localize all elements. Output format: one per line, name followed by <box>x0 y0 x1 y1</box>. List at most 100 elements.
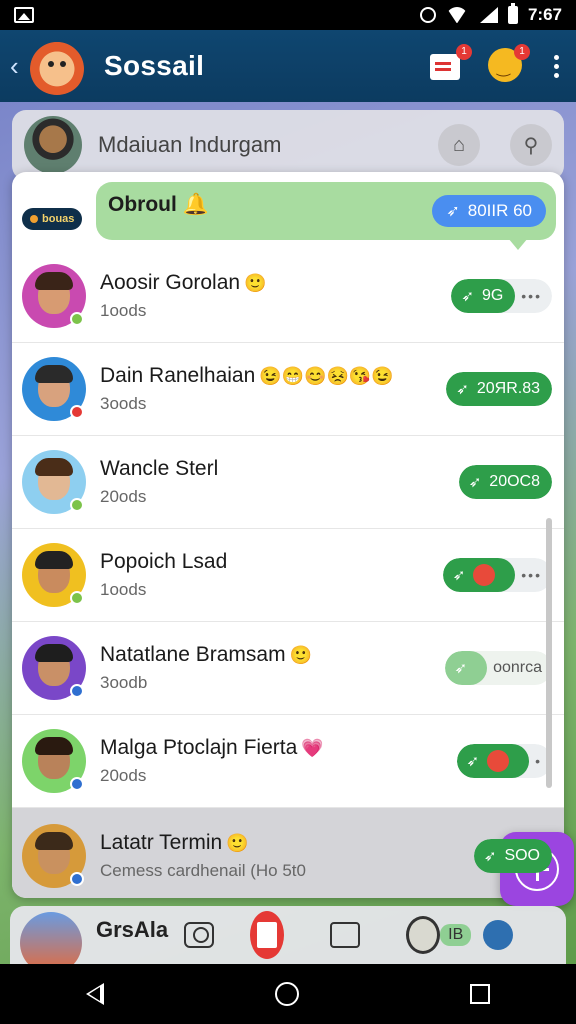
bolt-icon: ➶ <box>461 288 474 305</box>
blocked-icon[interactable] <box>406 916 441 954</box>
contact-name: Latatr Termin <box>100 831 223 854</box>
list-item[interactable]: Malga Ptoclajn Fierta 💗 20ods ➶ • <box>12 715 564 808</box>
list-item[interactable]: Wancle Sterl 20ods ➶ 20OC8 <box>12 436 564 529</box>
row-action-button[interactable]: ➶ 20OC8 <box>458 465 552 499</box>
emoji-reactions: 🙂 <box>226 832 249 853</box>
emoji-reactions: 💗 <box>301 737 324 758</box>
signal-icon <box>478 7 498 23</box>
row-action-button[interactable]: ➶ 20ЯR.83 <box>446 372 552 406</box>
list-item[interactable]: Latatr Termin 🙂 Cemess cardhenail (Ho 5t0 ➶… <box>12 808 564 898</box>
contact-subtitle: 3oodb <box>100 673 148 692</box>
bolt-icon: ➶ <box>468 474 482 491</box>
chat-bubble[interactable]: Obroul 🔔 ➶ 80IIR 60 <box>96 182 556 250</box>
avatar <box>22 264 86 328</box>
profile-header[interactable]: Mdaiuan Indurgam ⌂ ⚲ <box>12 110 564 180</box>
gallery-icon <box>14 7 34 23</box>
emoji-reactions: 🙂 <box>289 644 312 665</box>
list-item[interactable]: Popoich Lsad 1oods ➶ ••• <box>12 529 564 622</box>
contact-subtitle: 20ods <box>100 487 147 506</box>
contact-subtitle: 1oods <box>100 580 147 599</box>
bubble-pill-label: 80IIR 60 <box>467 201 532 220</box>
contact-subtitle: 20ods <box>100 766 147 785</box>
wifi-icon <box>446 7 468 23</box>
app-bar: ‹ Sossail 1 1 <box>0 30 576 102</box>
presence-dot <box>70 312 84 326</box>
row-action-button[interactable]: ➶ SOO <box>473 839 552 873</box>
bottom-tab-bar: GrsAla IB <box>10 906 566 964</box>
presence-dot <box>70 405 84 419</box>
profile-name: Mdaiuan Indurgam <box>98 132 282 157</box>
avatar <box>22 543 86 607</box>
avatar <box>22 729 86 793</box>
more-options-icon[interactable] <box>546 54 566 78</box>
tag-dot-icon <box>30 215 38 223</box>
list-item[interactable]: Dain Ranelhaian 😉😁😊😣😘😉 3oods ➶ 20ЯR.83 <box>12 343 564 436</box>
contact-subtitle: 3oods <box>100 394 147 413</box>
home-icon[interactable]: ⌂ <box>438 124 480 166</box>
contact-name: Wancle Sterl <box>100 457 219 480</box>
tag-pill[interactable]: bouas <box>22 208 83 230</box>
reaction-icon <box>473 564 496 586</box>
camera-icon[interactable] <box>182 918 216 952</box>
status-bar: 7:67 <box>0 0 576 30</box>
bubble-label: Obroul <box>108 193 177 216</box>
tag-label: bouas <box>42 213 75 225</box>
cart-button[interactable]: 1 <box>430 44 472 84</box>
profile-button[interactable]: 1 <box>488 44 530 84</box>
reaction-icon <box>487 750 510 772</box>
contact-subtitle: Cemess cardhenail (Ho 5t0 <box>100 861 306 880</box>
contact-name: Malga Ptoclajn Fierta <box>100 736 298 759</box>
nav-back-icon[interactable] <box>85 983 104 1005</box>
bolt-icon: ➶ <box>466 753 480 770</box>
tab-count: IB <box>440 924 472 946</box>
tab-label[interactable]: GrsAla <box>96 917 168 943</box>
bubble-action-button[interactable]: ➶ 80IIR 60 <box>432 195 546 227</box>
emoji-reactions: 🙂 <box>244 272 267 293</box>
presence-dot <box>70 684 84 698</box>
action-label: SOO <box>504 847 540 864</box>
row-action-button[interactable]: ➶ • <box>456 744 552 778</box>
person-icon[interactable] <box>481 918 515 952</box>
tv-icon[interactable] <box>328 918 362 952</box>
app-title: Sossail <box>104 50 205 81</box>
bubble-text: Obroul 🔔 <box>108 193 209 217</box>
contact-subtitle: 1oods <box>100 301 147 320</box>
avatar <box>22 824 86 888</box>
list-item[interactable]: Aoosir Gorolan 🙂 1oods ➶ 9G ••• <box>12 250 564 343</box>
back-button[interactable]: ‹ <box>10 51 24 82</box>
contact-name: Aoosir Gorolan <box>100 271 241 294</box>
bolt-icon: ➶ <box>483 848 497 865</box>
bolt-icon: ➶ <box>452 567 466 584</box>
nav-home-icon[interactable] <box>274 982 299 1006</box>
row-action-button[interactable]: ➶ 9G ••• <box>451 279 552 313</box>
search-icon[interactable]: ⚲ <box>510 124 552 166</box>
avatar <box>24 116 82 174</box>
presence-dot <box>70 498 84 512</box>
list-item[interactable]: Natatlane Bramsam 🙂 3oodb ➶ oonrca <box>12 622 564 715</box>
contact-name: Dain Ranelhaian <box>100 364 256 387</box>
chat-list-panel: bouas Obroul 🔔 ➶ 80IIR 60 Aoosir Gorolan… <box>12 172 564 898</box>
emoji-reactions: 😉😁😊😣😘😉 <box>259 365 394 386</box>
avatar <box>22 357 86 421</box>
row-action-button[interactable]: ➶ ••• <box>442 558 552 592</box>
status-time: 7:67 <box>527 5 562 24</box>
bolt-icon: ➶ <box>454 660 468 677</box>
action-label: 20OC8 <box>489 473 540 490</box>
nav-recents-icon[interactable] <box>470 984 491 1004</box>
row-action-button[interactable]: ➶ oonrca <box>444 651 552 685</box>
presence-dot <box>70 777 84 791</box>
contact-name: Popoich Lsad <box>100 550 228 573</box>
action-label: 20ЯR.83 <box>476 380 540 397</box>
presence-dot <box>70 872 84 886</box>
cart-badge: 1 <box>456 44 472 60</box>
alarm-icon <box>419 7 436 23</box>
scrollbar[interactable] <box>546 518 552 788</box>
presence-dot <box>70 591 84 605</box>
tab-thumbnail[interactable] <box>20 912 82 964</box>
contact-name: Natatlane Bramsam <box>100 643 286 666</box>
bell-icon: 🔔 <box>182 193 209 216</box>
document-icon[interactable] <box>250 911 285 959</box>
chat-list: Aoosir Gorolan 🙂 1oods ➶ 9G ••• Dain Ranelhaia… <box>12 250 564 898</box>
avatar <box>22 450 86 514</box>
system-nav-bar <box>0 964 576 1024</box>
